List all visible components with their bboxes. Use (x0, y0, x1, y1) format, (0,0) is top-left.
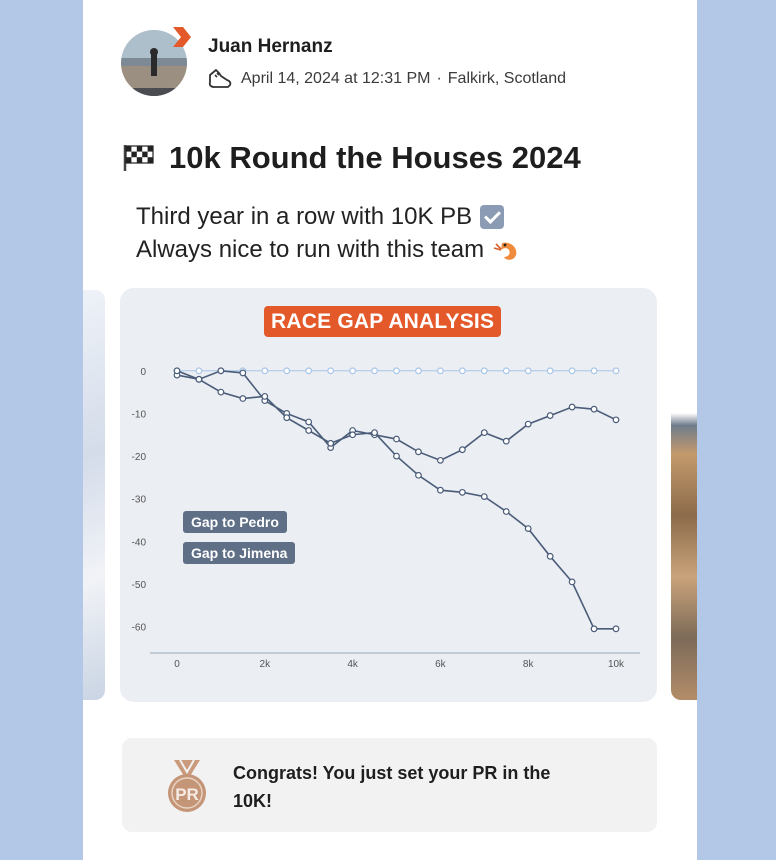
data-point-lower (568, 578, 576, 586)
race-gap-chart: 0 -10 -20 -30 -40 -50 -60 0 2k 4k 6k 8k 10k (132, 367, 640, 670)
post-date: April 14, 2024 at 12:31 PM (241, 70, 431, 87)
running-shoe-icon (208, 69, 232, 88)
x-tick-label: 4k (347, 659, 359, 670)
post-location: Falkirk, Scotland (447, 70, 567, 87)
data-point-lower (502, 508, 510, 515)
x-tick-label: 2k (260, 659, 272, 670)
race-gap-chart-card[interactable]: 0 -10 -20 -30 -40 -50 -60 0 2k 4k 6k 8k 10k RACE GAP… (120, 288, 657, 702)
data-point-baseline (415, 367, 422, 375)
x-tick-label: 8k (523, 659, 535, 670)
data-point-baseline (349, 367, 357, 375)
x-tick-label: 10k (608, 659, 625, 670)
next-photo[interactable] (671, 290, 697, 700)
data-point-baseline (437, 367, 444, 375)
y-tick-label: -50 (132, 580, 147, 591)
description-line-1: Third year in a row with 10K PB (136, 203, 473, 230)
previous-photo[interactable] (83, 290, 105, 700)
data-point-baseline (612, 367, 620, 375)
data-point-upper (590, 405, 598, 413)
data-point-lower (371, 429, 378, 437)
data-point-baseline (546, 367, 554, 375)
data-point-lower (173, 367, 181, 375)
checkmark-icon (480, 204, 505, 229)
data-point-upper (568, 403, 576, 411)
data-point-baseline (261, 367, 269, 375)
shrimp-icon (493, 242, 517, 260)
data-point-lower (458, 488, 466, 496)
data-point-upper (524, 420, 532, 428)
x-tick-label: 0 (174, 659, 180, 670)
data-point-baseline (480, 367, 488, 375)
y-tick-label: -20 (132, 452, 147, 463)
description-line-2: Always nice to run with this team (136, 236, 485, 263)
data-point-upper (239, 369, 247, 377)
data-point-baseline (502, 367, 510, 375)
data-point-lower (612, 625, 620, 633)
pr-message: Congrats! You just set your PR in the 10… (233, 763, 551, 811)
data-point-baseline (590, 367, 598, 375)
data-point-baseline (305, 367, 313, 375)
data-point-baseline (327, 367, 335, 375)
data-point-upper (458, 446, 466, 454)
data-point-upper (546, 412, 554, 419)
series-line-lower (176, 370, 616, 630)
chart-title: RACE GAP ANALYSIS (264, 306, 502, 337)
data-point-lower (546, 552, 554, 560)
data-point-lower (590, 625, 598, 633)
author-name[interactable]: Juan Hernanz (208, 36, 333, 58)
activity-title[interactable]: 10k Round the Houses 2024 (169, 140, 581, 176)
data-point-upper (393, 435, 400, 443)
checkered-flag-icon (123, 145, 154, 171)
data-point-lower (480, 493, 488, 501)
data-point-baseline (568, 367, 576, 375)
pr-achievement-card[interactable]: PR Congrats! You just set your PR in the… (122, 738, 657, 832)
data-point-upper (437, 456, 444, 464)
activity-title-row: 10k Round the Houses 2024 (121, 140, 581, 176)
data-point-baseline (283, 367, 291, 375)
y-tick-label: -60 (132, 623, 147, 634)
activity-card: Juan Hernanz April 14, 2024 at 12:31 PM … (83, 0, 697, 860)
meta-separator: · (436, 70, 442, 87)
data-point-baseline (524, 367, 532, 375)
data-point-lower (283, 414, 291, 422)
y-tick-label: -30 (132, 495, 147, 506)
data-point-lower (524, 525, 532, 532)
activity-description: Third year in a row with 10K PB Always n… (136, 200, 522, 266)
data-point-upper (305, 418, 313, 426)
data-point-lower (415, 471, 422, 479)
data-point-baseline (458, 367, 466, 375)
pr-medal-label: PR (175, 785, 199, 804)
data-point-lower (393, 452, 400, 460)
data-point-lower (217, 388, 225, 396)
y-tick-label: 0 (140, 367, 146, 378)
y-tick-label: -40 (132, 537, 147, 548)
x-tick-label: 6k (435, 659, 447, 670)
pr-medal-icon: PR (168, 759, 206, 812)
data-point-upper (217, 367, 225, 375)
legend-gap-to-jimena: Gap to Jimena (183, 542, 296, 564)
data-point-lower (327, 439, 335, 447)
data-point-upper (502, 437, 510, 445)
data-point-lower (305, 427, 313, 434)
post-meta: April 14, 2024 at 12:31 PM · Falkirk, Sc… (207, 66, 566, 92)
data-point-upper (612, 416, 620, 424)
data-point-baseline (393, 367, 400, 375)
data-point-lower (239, 395, 247, 402)
data-point-lower (195, 375, 203, 383)
data-point-lower (261, 392, 269, 400)
data-point-lower (349, 431, 357, 439)
data-point-upper (415, 448, 422, 456)
data-point-upper (480, 429, 488, 437)
data-point-baseline (371, 367, 378, 375)
data-point-baseline (195, 367, 203, 375)
chevron-badge-icon (173, 27, 191, 47)
data-point-lower (437, 486, 444, 494)
legend-gap-to-pedro: Gap to Pedro (183, 511, 287, 533)
y-tick-label: -10 (132, 409, 147, 420)
